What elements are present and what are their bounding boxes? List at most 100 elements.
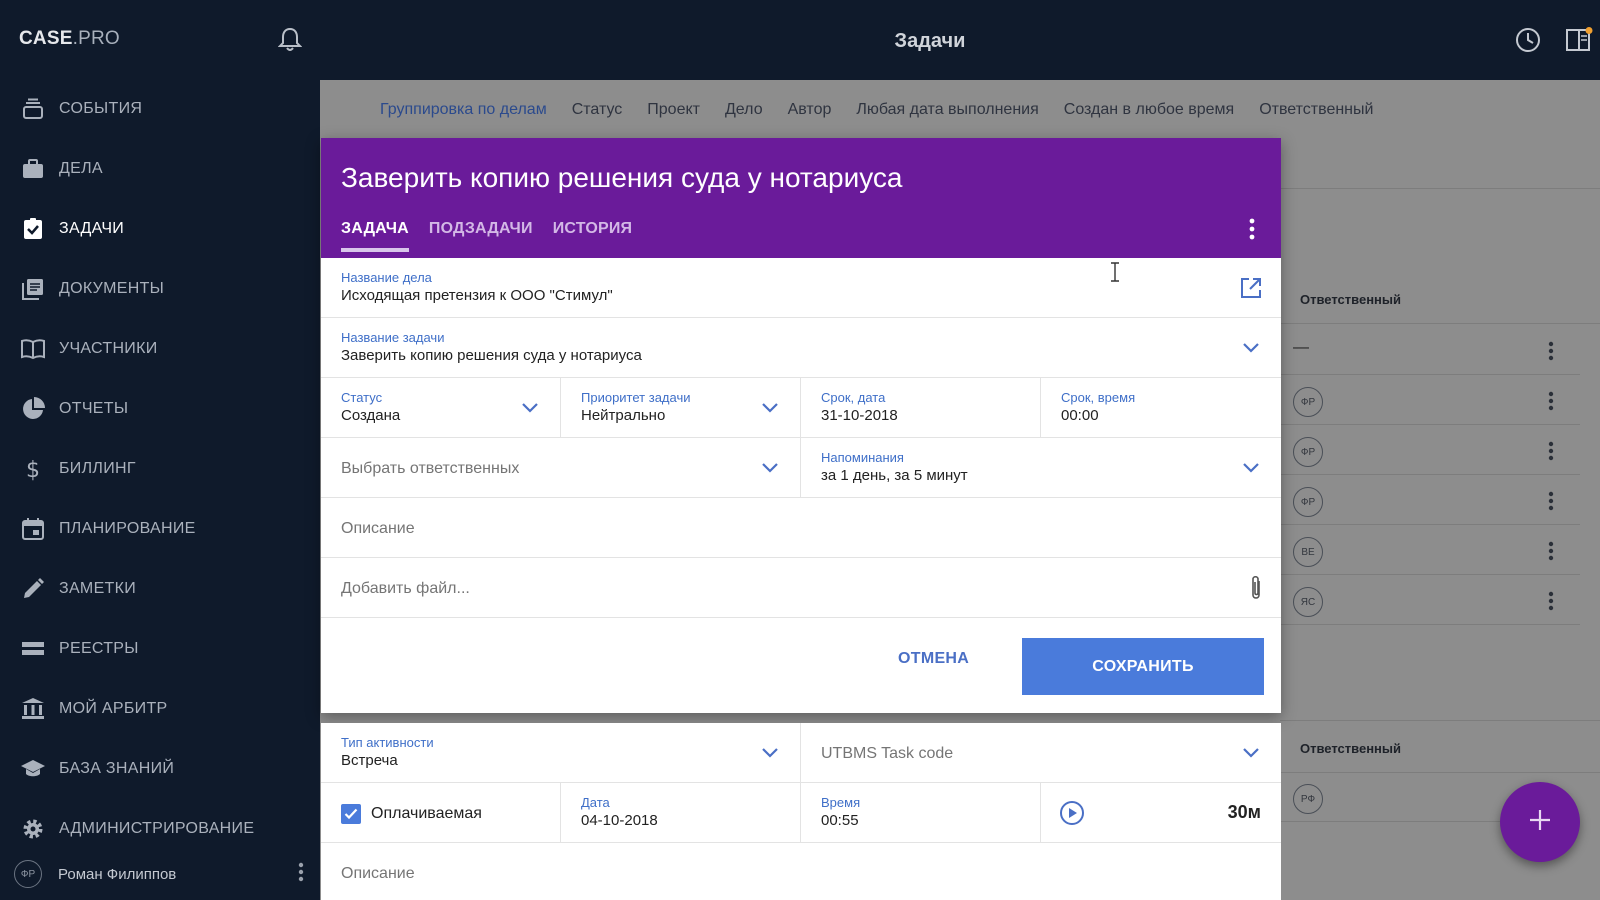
reminders-select[interactable]: Напоминания за 1 день, за 5 минут	[801, 438, 1281, 498]
play-circle-icon[interactable]	[1059, 800, 1085, 831]
status-select[interactable]: Статус Создана	[321, 378, 561, 438]
more-vert-icon[interactable]	[1548, 591, 1554, 616]
table-row[interactable]: —	[1280, 325, 1580, 375]
more-vert-icon[interactable]	[1548, 441, 1554, 466]
sidebar-item-registries[interactable]: РЕЕСТРЫ	[0, 619, 320, 679]
field-label: Название дела	[341, 270, 432, 285]
book-icon	[20, 336, 46, 362]
table-row[interactable]: ФР	[1280, 375, 1580, 425]
entry-time-value: 00:55	[821, 812, 859, 829]
brand-logo[interactable]: CASE.PRO	[19, 28, 120, 50]
more-vert-icon[interactable]	[1249, 218, 1255, 245]
sidebar-item-documents[interactable]: ДОКУМЕНТЫ	[0, 259, 320, 319]
save-button[interactable]: СОХРАНИТЬ	[1022, 638, 1264, 695]
user-profile[interactable]: ФР Роман Филиппов	[14, 859, 304, 889]
filter-due-date[interactable]: Любая дата выполнения	[856, 101, 1038, 119]
case-name-field[interactable]: Название дела Исходящая претензия к ООО …	[321, 258, 1281, 318]
sidebar-item-label: СОБЫТИЯ	[59, 100, 143, 117]
due-date-field[interactable]: Срок, дата 31-10-2018	[801, 378, 1041, 438]
assignees-select[interactable]: Выбрать ответственных	[321, 438, 801, 498]
more-vert-icon[interactable]	[298, 862, 304, 887]
task-name-value: Заверить копию решения суда у нотариуса	[341, 347, 642, 364]
field-label: Тип активности	[341, 735, 434, 750]
billable-field: Оплачиваемая	[321, 783, 561, 843]
sidebar-item-administration[interactable]: АДМИНИСТРИРОВАНИЕ	[0, 799, 320, 859]
description-row: Описание	[321, 498, 1281, 558]
task-name-field[interactable]: Название задачи Заверить копию решения с…	[321, 318, 1281, 378]
sidebar-item-label: ПЛАНИРОВАНИЕ	[59, 520, 196, 537]
more-vert-icon[interactable]	[1548, 391, 1554, 416]
add-file-placeholder: Добавить файл...	[341, 580, 470, 597]
graduation-icon	[20, 756, 46, 782]
filter-case[interactable]: Дело	[725, 101, 763, 119]
chevron-down-icon[interactable]	[1243, 340, 1259, 358]
svg-text:$: $	[26, 458, 40, 481]
dialog-actions: ОТМЕНА СОХРАНИТЬ	[321, 618, 1281, 713]
table-row[interactable]: ВЕ	[1280, 525, 1580, 575]
chevron-down-icon	[522, 400, 538, 418]
sidebar-item-knowledge-base[interactable]: БАЗА ЗНАНИЙ	[0, 739, 320, 799]
billable-label: Оплачиваемая	[371, 805, 482, 822]
task-name-row: Название задачи Заверить копию решения с…	[321, 318, 1281, 378]
utbms-placeholder: UTBMS Task code	[821, 745, 954, 762]
tab-subtasks[interactable]: ПОДЗАДАЧИ	[429, 220, 533, 252]
sidebar-item-reports[interactable]: ОТЧЕТЫ	[0, 379, 320, 439]
sidebar-item-tasks[interactable]: ЗАДАЧИ	[0, 199, 320, 259]
bell-icon[interactable]	[277, 27, 303, 53]
filter-author[interactable]: Автор	[788, 101, 832, 119]
sidebar-item-notes[interactable]: ЗАМЕТКИ	[0, 559, 320, 619]
pie-chart-icon	[20, 396, 46, 422]
tab-task[interactable]: ЗАДАЧА	[341, 220, 409, 252]
calendar-icon	[20, 516, 46, 542]
open-external-icon[interactable]	[1239, 276, 1263, 305]
duration-value: 30м	[1227, 802, 1261, 822]
table-row[interactable]: ФР	[1280, 475, 1580, 525]
filter-group-by-case[interactable]: Группировка по делам	[380, 101, 547, 119]
entry-date-field[interactable]: Дата 04-10-2018	[561, 783, 801, 843]
paperclip-icon[interactable]	[1249, 574, 1263, 607]
plus-icon	[1527, 807, 1553, 838]
sidebar-item-planning[interactable]: ПЛАНИРОВАНИЕ	[0, 499, 320, 559]
sidebar-item-label: БИЛЛИНГ	[59, 460, 136, 477]
description-input[interactable]: Описание	[321, 498, 1281, 558]
description-placeholder: Описание	[341, 520, 415, 537]
sidebar-item-billing[interactable]: $ БИЛЛИНГ	[0, 439, 320, 499]
page-title: Задачи	[894, 30, 966, 52]
filter-status[interactable]: Статус	[572, 101, 623, 119]
cancel-button[interactable]: ОТМЕНА	[898, 650, 969, 668]
sidebar-item-label: ДОКУМЕНТЫ	[59, 280, 165, 297]
due-time-field[interactable]: Срок, время 00:00	[1041, 378, 1281, 438]
sidebar-item-events[interactable]: СОБЫТИЯ	[0, 79, 320, 139]
priority-select[interactable]: Приоритет задачи Нейтрально	[561, 378, 801, 438]
side-panel-icon[interactable]	[1565, 27, 1593, 58]
billing-row: Оплачиваемая Дата 04-10-2018 Время 00:55…	[321, 783, 1281, 843]
add-fab-button[interactable]	[1500, 782, 1580, 862]
avatar: ФР	[14, 860, 42, 888]
entry-time-field[interactable]: Время 00:55	[801, 783, 1041, 843]
sidebar: CASE.PRO СОБЫТИЯ ДЕЛА ЗАДАЧИ ДОКУМЕНТЫ У…	[0, 0, 320, 900]
entry-description-input[interactable]: Описание	[321, 843, 1281, 900]
activity-type-select[interactable]: Тип активности Встреча	[321, 723, 801, 783]
sidebar-item-label: ЗАДАЧИ	[59, 220, 125, 237]
add-file-field[interactable]: Добавить файл...	[321, 558, 1281, 618]
tab-history[interactable]: ИСТОРИЯ	[553, 220, 633, 252]
divider	[1280, 188, 1600, 189]
sidebar-item-participants[interactable]: УЧАСТНИКИ	[0, 319, 320, 379]
gear-icon	[20, 816, 46, 842]
table-row[interactable]: ФР	[1280, 425, 1580, 475]
avatar: ФР	[1293, 387, 1323, 417]
clock-icon[interactable]	[1515, 27, 1541, 58]
filter-assignee[interactable]: Ответственный	[1259, 101, 1373, 119]
more-vert-icon[interactable]	[1548, 541, 1554, 566]
sidebar-item-my-arbiter[interactable]: МОЙ АРБИТР	[0, 679, 320, 739]
more-vert-icon[interactable]	[1548, 491, 1554, 516]
chevron-down-icon	[762, 745, 778, 763]
filter-project[interactable]: Проект	[647, 101, 700, 119]
sidebar-item-cases[interactable]: ДЕЛА	[0, 139, 320, 199]
filter-created[interactable]: Создан в любое время	[1064, 101, 1234, 119]
billable-checkbox[interactable]	[341, 804, 361, 824]
more-vert-icon[interactable]	[1548, 341, 1554, 366]
table-row[interactable]: ЯС	[1280, 575, 1580, 625]
sidebar-item-label: АДМИНИСТРИРОВАНИЕ	[59, 820, 255, 837]
utbms-code-select[interactable]: UTBMS Task code	[801, 723, 1281, 783]
